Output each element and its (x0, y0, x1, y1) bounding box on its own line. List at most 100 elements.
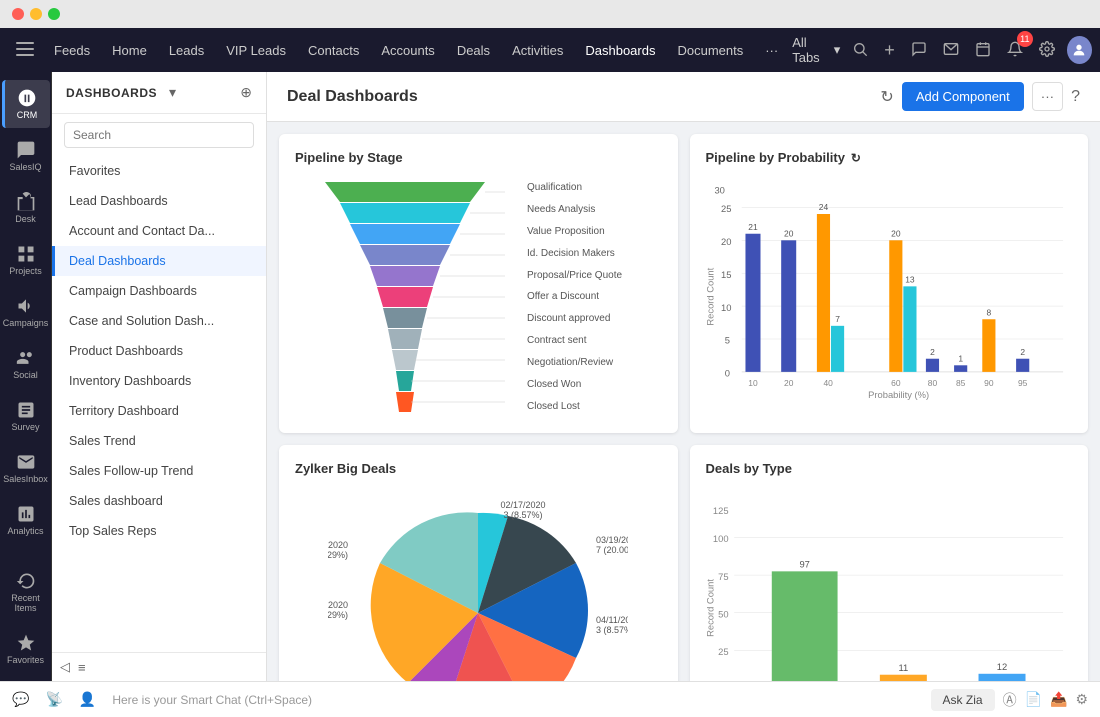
notification-bell[interactable]: 11 (1003, 37, 1027, 64)
contacts-icon[interactable]: 👤 (79, 691, 96, 708)
svg-text:3 (8.57%): 3 (8.57%) (504, 510, 543, 520)
add-component-button[interactable]: Add Component (902, 82, 1024, 111)
nav-home[interactable]: Home (102, 37, 157, 64)
sidebar-nav-deal-dashboards[interactable]: Deal Dashboards (52, 246, 266, 276)
sidebar-nav-account-contact[interactable]: Account and Contact Da... (52, 216, 266, 246)
mail-icon[interactable] (939, 37, 963, 64)
sidebar-nav-top-sales-reps[interactable]: Top Sales Reps (52, 516, 266, 546)
funnel-svg (295, 177, 515, 417)
sidebar-nav-favorites[interactable]: Favorites (52, 156, 266, 186)
sidebar-list-icon[interactable]: ≡ (78, 660, 86, 675)
sidebar-nav-campaign[interactable]: Campaign Dashboards (52, 276, 266, 306)
sidebar-nav-sales-dashboard[interactable]: Sales dashboard (52, 486, 266, 516)
nav-more[interactable]: ··· (755, 37, 788, 64)
main-content: Deal Dashboards ↻ Add Component ··· ? Pi… (267, 72, 1100, 681)
zylker-big-deals-card: Zylker Big Deals (279, 445, 678, 681)
svg-text:2: 2 (930, 347, 935, 357)
smart-chat-text: Here is your Smart Chat (Ctrl+Space) (112, 693, 922, 707)
deals-by-type-card: Deals by Type Record Count 0 25 50 75 10… (690, 445, 1089, 681)
svg-text:25: 25 (721, 203, 731, 214)
svg-text:3 (8.57%): 3 (8.57%) (596, 625, 628, 635)
sidebar-nav-territory[interactable]: Territory Dashboard (52, 396, 266, 426)
zia-icon-3: 📤 (1050, 691, 1067, 708)
more-options-button[interactable]: ··· (1032, 82, 1063, 111)
help-icon[interactable]: ? (1071, 88, 1080, 106)
nav-deals[interactable]: Deals (447, 37, 500, 64)
page-title: Deal Dashboards (287, 88, 418, 106)
svg-text:25: 25 (718, 646, 728, 657)
chat-icon[interactable] (907, 37, 931, 64)
search-input[interactable] (64, 122, 254, 148)
add-tab-icon[interactable]: + (880, 36, 899, 65)
user-avatar[interactable] (1067, 36, 1092, 64)
svg-text:7 (20.00%): 7 (20.00%) (596, 545, 628, 555)
label-id-decision-makers: Id. Decision Makers (527, 247, 622, 260)
nav-contacts[interactable]: Contacts (298, 37, 369, 64)
sidebar-item-desk[interactable]: Desk (2, 184, 50, 232)
svg-text:85: 85 (955, 378, 965, 388)
pie-chart-container: 02/17/2020 3 (8.57%) 03/19/2020 7 (20.00… (295, 488, 662, 681)
nav-feeds[interactable]: Feeds (44, 37, 100, 64)
settings-icon[interactable] (1035, 37, 1059, 64)
nav-leads[interactable]: Leads (159, 37, 214, 64)
sidebar-item-favorites[interactable]: Favorites (2, 625, 50, 673)
prob-refresh-icon[interactable]: ↻ (851, 151, 861, 165)
sidebar-item-campaigns[interactable]: Campaigns (2, 288, 50, 336)
dashboard-grid: Pipeline by Stage (267, 122, 1100, 681)
minimize-btn[interactable] (30, 8, 42, 20)
sidebar-nav-sales-followup[interactable]: Sales Follow-up Trend (52, 456, 266, 486)
sidebar-nav-sales-trend[interactable]: Sales Trend (52, 426, 266, 456)
sidebar-nav-inventory[interactable]: Inventory Dashboards (52, 366, 266, 396)
svg-text:15: 15 (721, 269, 731, 280)
nav-dashboards[interactable]: Dashboards (575, 37, 665, 64)
sidebar-collapse-icon[interactable]: ◁ (60, 659, 70, 675)
channels-icon[interactable]: 📡 (45, 691, 62, 708)
svg-text:03/19/2020: 03/19/2020 (596, 535, 628, 545)
svg-text:04/23/2020: 04/23/2020 (328, 600, 348, 610)
sidebar-item-analytics[interactable]: Analytics (2, 496, 50, 544)
sidebar-nav-product[interactable]: Product Dashboards (52, 336, 266, 366)
funnel-labels: Qualification Needs Analysis Value Propo… (527, 177, 622, 417)
svg-text:90: 90 (984, 378, 994, 388)
svg-text:11: 11 (898, 662, 908, 673)
calendar-icon[interactable] (971, 37, 995, 64)
chat-icon[interactable]: 💬 (12, 691, 29, 708)
sidebar-item-salesinbox[interactable]: SalesInbox (2, 444, 50, 492)
svg-text:95: 95 (1017, 378, 1027, 388)
zia-icon-1: Ⓐ (1003, 690, 1017, 710)
svg-text:100: 100 (712, 533, 728, 544)
sidebar-item-recent[interactable]: Recent Items (2, 563, 50, 621)
sidebar-item-crm[interactable]: CRM (2, 80, 50, 128)
svg-text:05/16/2020: 05/16/2020 (328, 540, 348, 550)
sidebar-nav-case-solution[interactable]: Case and Solution Dash... (52, 306, 266, 336)
maximize-btn[interactable] (48, 8, 60, 20)
sidebar-item-survey[interactable]: Survey (2, 392, 50, 440)
nav-vip-leads[interactable]: VIP Leads (216, 37, 296, 64)
svg-text:20: 20 (721, 236, 731, 247)
svg-text:40: 40 (823, 378, 833, 388)
close-btn[interactable] (12, 8, 24, 20)
label-negotiation: Negotiation/Review (527, 356, 622, 369)
nav-activities[interactable]: Activities (502, 37, 573, 64)
pipeline-by-stage-title: Pipeline by Stage (295, 150, 662, 165)
search-icon[interactable] (848, 37, 872, 64)
sidebar-add-btn[interactable]: ▾ (169, 84, 176, 101)
sidebar-new-btn[interactable]: ⊕ (240, 84, 252, 101)
sidebar-bottom: ◁ ≡ (52, 652, 266, 681)
label-discount-approved: Discount approved (527, 312, 622, 325)
all-tabs-dropdown[interactable]: All Tabs ▾ (792, 35, 840, 65)
hamburger-menu[interactable] (8, 38, 42, 63)
sidebar-nav-lead-dashboards[interactable]: Lead Dashboards (52, 186, 266, 216)
sidebar-nav: Favorites Lead Dashboards Account and Co… (52, 156, 266, 652)
refresh-icon[interactable]: ↻ (880, 87, 893, 107)
notification-count: 11 (1017, 31, 1033, 47)
svg-text:13: 13 (905, 275, 915, 285)
sidebar-item-salesiq[interactable]: SalesIQ (2, 132, 50, 180)
ask-zia-button[interactable]: Ask Zia (931, 689, 995, 711)
nav-documents[interactable]: Documents (667, 37, 753, 64)
nav-accounts[interactable]: Accounts (371, 37, 444, 64)
sidebar-item-projects[interactable]: Projects (2, 236, 50, 284)
svg-text:1: 1 (958, 354, 963, 364)
sidebar-item-social[interactable]: Social (2, 340, 50, 388)
svg-text:8: 8 (986, 307, 991, 317)
